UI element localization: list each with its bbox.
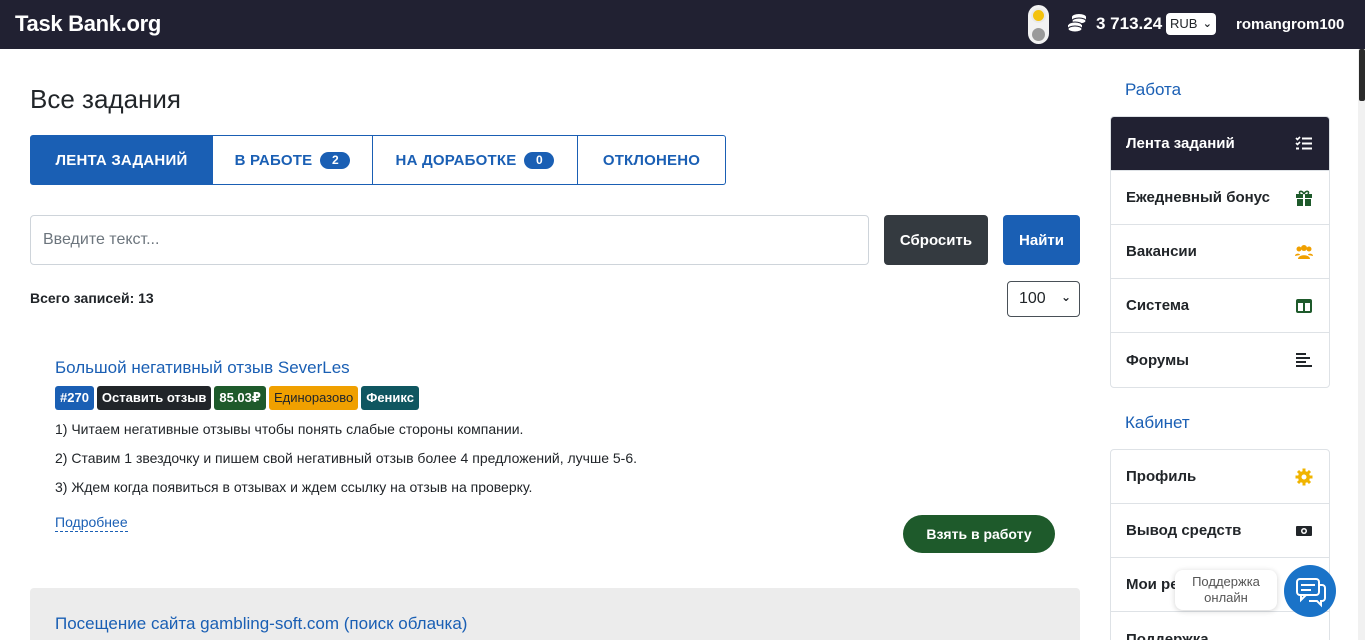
user-menu[interactable]: romangrom100: [1236, 16, 1344, 33]
sidebar-item-label: Мои ре: [1126, 576, 1179, 593]
chevron-down-icon: ⌄: [1060, 290, 1071, 304]
take-task-button[interactable]: Взять в работу: [903, 515, 1055, 553]
users-icon: [1295, 245, 1313, 259]
task-title-link[interactable]: Большой негативный отзыв SeverLes: [55, 358, 350, 378]
tab-feed[interactable]: ЛЕНТА ЗАДАНИЙ: [30, 135, 213, 185]
chat-icon: [1296, 578, 1326, 608]
task-tabs: ЛЕНТА ЗАДАНИЙ В РАБОТЕ 2 НА ДОРАБОТКЕ 0 …: [30, 135, 726, 185]
sidebar-item-system[interactable]: Система: [1111, 279, 1329, 333]
money-icon: [1296, 526, 1312, 536]
tab-label: В РАБОТЕ: [234, 151, 313, 169]
task-tags: #270 Оставить отзыв 85.03₽ Единоразово Ф…: [55, 386, 419, 410]
sidebar-item-profile[interactable]: Профиль: [1111, 450, 1329, 504]
chat-button[interactable]: [1284, 565, 1336, 617]
task-type-badge: Оставить отзыв: [96, 386, 212, 410]
count-badge: 0: [524, 151, 555, 169]
top-navbar: Task Bank.org 3 713.24 RUB ⌄ romangrom10…: [0, 0, 1365, 49]
sidebar-item-label: Поддержка: [1126, 630, 1209, 640]
toggle-knob: [1032, 28, 1045, 41]
chevron-down-icon: ⌄: [1202, 18, 1212, 30]
support-tooltip[interactable]: Поддержка онлайн: [1175, 570, 1277, 610]
sidebar-item-label: Вывод средств: [1126, 522, 1242, 539]
sidebar-item-label: Вакансии: [1126, 243, 1197, 260]
task-id-badge: #270: [55, 386, 94, 410]
task-card: Посещение сайта gambling-soft.com (поиск…: [30, 588, 1080, 640]
tab-label: ОТКЛОНЕНО: [602, 151, 701, 169]
sidebar-item-label: Ежедневный бонус: [1126, 189, 1270, 206]
support-tooltip-line: онлайн: [1204, 590, 1248, 605]
sidebar-item-withdraw[interactable]: Вывод средств: [1111, 504, 1329, 558]
search-input[interactable]: [30, 215, 869, 265]
total-records: Всего записей: 13: [30, 290, 154, 306]
sidebar-item-label: Профиль: [1126, 468, 1197, 485]
sidebar-item-vacancies[interactable]: Вакансии: [1111, 225, 1329, 279]
sidebar-item-forums[interactable]: Форумы: [1111, 333, 1329, 387]
sidebar-item-task-feed[interactable]: Лента заданий: [1111, 117, 1329, 171]
task-frequency-badge: Единоразово: [268, 386, 359, 410]
balance-amount: 3 713.24: [1096, 14, 1163, 33]
tab-in-progress[interactable]: В РАБОТЕ 2: [213, 135, 373, 185]
task-title-link[interactable]: Посещение сайта gambling-soft.com (поиск…: [55, 614, 467, 634]
tab-rejected[interactable]: ОТКЛОНЕНО: [578, 135, 726, 185]
sidebar-section-title: Кабинет: [1125, 413, 1190, 432]
currency-select[interactable]: RUB ⌄: [1166, 13, 1216, 35]
columns-icon: [1296, 299, 1312, 313]
more-details-link[interactable]: Подробнее: [55, 513, 128, 532]
per-page-select[interactable]: 100 ⌄: [1007, 281, 1080, 317]
sun-icon: [1031, 8, 1046, 23]
support-tooltip-line: Поддержка: [1192, 574, 1260, 589]
task-list-icon: [1295, 136, 1312, 150]
task-description-line: 2) Ставим 1 звездочку и пишем свой негат…: [55, 450, 637, 466]
sidebar-item-daily-bonus[interactable]: Ежедневный бонус: [1111, 171, 1329, 225]
align-left-icon: [1296, 353, 1312, 367]
tab-label: НА ДОРАБОТКЕ: [395, 151, 517, 169]
sidebar-work-menu: Лента заданий Ежедневный бонус Вакансии …: [1110, 116, 1330, 388]
coins-icon: [1067, 14, 1087, 33]
task-description-line: 3) Ждем когда появиться в отзывах и ждем…: [55, 479, 533, 495]
gift-icon: [1296, 190, 1312, 206]
page-scrollbar-thumb[interactable]: [1359, 49, 1365, 101]
gear-icon: [1295, 468, 1313, 486]
currency-value: RUB: [1170, 16, 1198, 31]
tab-revision[interactable]: НА ДОРАБОТКЕ 0: [373, 135, 578, 185]
task-client-badge: Феникс: [361, 386, 419, 410]
sidebar-item-label: Лента заданий: [1126, 135, 1235, 152]
brand-logo[interactable]: Task Bank.org: [15, 11, 161, 37]
sidebar-item-label: Система: [1126, 297, 1190, 314]
task-description-line: 1) Читаем негативные отзывы чтобы понять…: [55, 421, 524, 437]
reset-button[interactable]: Сбросить: [884, 215, 988, 265]
page-scrollbar[interactable]: [1358, 49, 1365, 640]
find-button[interactable]: Найти: [1003, 215, 1080, 265]
page-title: Все задания: [30, 84, 181, 114]
theme-toggle[interactable]: [1028, 5, 1049, 44]
sidebar-section-title: Работа: [1125, 80, 1182, 99]
tab-label: ЛЕНТА ЗАДАНИЙ: [55, 151, 188, 169]
sidebar-item-label: Форумы: [1126, 351, 1189, 369]
count-badge: 2: [320, 151, 351, 169]
per-page-value: 100: [1019, 290, 1046, 307]
task-price-badge: 85.03₽: [214, 386, 266, 410]
